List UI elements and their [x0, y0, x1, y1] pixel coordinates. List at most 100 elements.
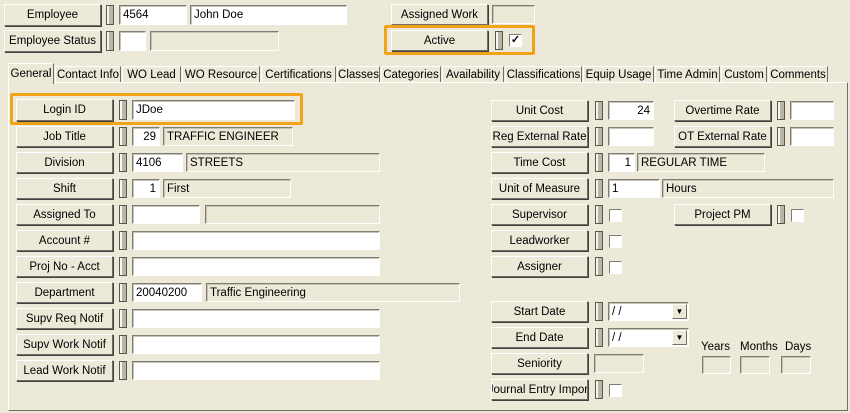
tab-classifications[interactable]: Classifications [505, 66, 582, 83]
supervisor-checkbox[interactable] [609, 209, 622, 222]
start-date-lookup-handle[interactable] [595, 302, 603, 321]
tab-certifications[interactable]: Certifications [261, 66, 336, 83]
reg-external-rate-button[interactable]: Reg External Rate [491, 126, 588, 147]
overtime-rate-button[interactable]: Overtime Rate [674, 100, 771, 121]
employee-status-code-field[interactable] [119, 31, 146, 51]
tab-time-admin[interactable]: Time Admin [655, 66, 720, 83]
employee-status-button[interactable]: Employee Status [4, 30, 101, 52]
supv-req-notif-button[interactable]: Supv Req Notif [16, 308, 113, 329]
shift-code-field[interactable]: 1 [132, 179, 160, 198]
employee-status-lookup-handle[interactable] [106, 31, 114, 51]
unit-cost-lookup-handle[interactable] [595, 101, 603, 120]
journal-entry-import-button[interactable]: Journal Entry Import [491, 379, 588, 400]
tab-custom[interactable]: Custom [721, 66, 767, 83]
overtime-rate-lookup-handle[interactable] [777, 101, 785, 120]
leadworker-checkbox[interactable] [609, 235, 622, 248]
tab-equip-usage[interactable]: Equip Usage [583, 66, 654, 83]
assigned-to-lookup-handle[interactable] [119, 205, 127, 224]
lead-work-notif-button[interactable]: Lead Work Notif [16, 360, 113, 381]
project-pm-button[interactable]: Project PM [674, 204, 771, 225]
assigner-checkbox[interactable] [609, 261, 622, 274]
employee-name-field[interactable]: John Doe [190, 5, 347, 25]
ot-external-rate-field[interactable] [790, 127, 834, 146]
lead-work-notif-field[interactable] [132, 361, 380, 380]
start-date-dropdown-icon[interactable]: ▼ [672, 304, 687, 319]
end-date-field[interactable]: / / ▼ [608, 328, 689, 347]
shift-lookup-handle[interactable] [119, 179, 127, 198]
tab-wo-lead[interactable]: WO Lead [122, 66, 181, 83]
journal-entry-import-lookup-handle[interactable] [595, 380, 603, 399]
assigner-lookup-handle[interactable] [595, 257, 603, 276]
unit-of-measure-button[interactable]: Unit of Measure [491, 178, 588, 199]
reg-external-rate-lookup-handle[interactable] [595, 127, 603, 146]
unit-cost-field[interactable]: 24 [608, 101, 654, 120]
unit-of-measure-lookup-handle[interactable] [595, 179, 603, 198]
overtime-rate-field[interactable] [790, 101, 834, 120]
department-code-field[interactable]: 20040200 [132, 283, 202, 302]
leadworker-lookup-handle[interactable] [595, 231, 603, 250]
account-field[interactable] [132, 231, 380, 250]
proj-no-acct-button[interactable]: Proj No - Acct [16, 256, 113, 277]
lead-work-notif-lookup-handle[interactable] [119, 361, 127, 380]
division-lookup-handle[interactable] [119, 153, 127, 172]
ot-external-rate-lookup-handle[interactable] [777, 127, 785, 146]
division-button[interactable]: Division [16, 152, 113, 173]
start-date-field[interactable]: / / ▼ [608, 302, 689, 321]
department-lookup-handle[interactable] [119, 283, 127, 302]
journal-entry-import-checkbox[interactable] [609, 384, 622, 397]
assigned-to-button[interactable]: Assigned To [16, 204, 113, 225]
login-id-lookup-handle[interactable] [119, 100, 127, 120]
active-checkbox[interactable]: ✓ [509, 34, 522, 47]
reg-external-rate-field[interactable] [608, 127, 654, 146]
tab-wo-resource[interactable]: WO Resource [182, 66, 260, 83]
unit-of-measure-code-field[interactable]: 1 [608, 179, 660, 198]
division-code-field[interactable]: 4106 [132, 153, 183, 172]
account-button[interactable]: Account # [16, 230, 113, 251]
active-lookup-handle[interactable] [495, 31, 503, 50]
time-cost-button[interactable]: Time Cost [491, 152, 588, 173]
ot-external-rate-button[interactable]: OT External Rate [674, 126, 771, 147]
employee-button[interactable]: Employee [4, 4, 101, 26]
supv-work-notif-button[interactable]: Supv Work Notif [16, 334, 113, 355]
account-lookup-handle[interactable] [119, 231, 127, 250]
end-date-button[interactable]: End Date [491, 327, 588, 348]
project-pm-checkbox[interactable] [791, 209, 804, 222]
time-cost-code-field[interactable]: 1 [608, 153, 635, 172]
supv-req-notif-lookup-handle[interactable] [119, 309, 127, 328]
active-button[interactable]: Active [391, 30, 488, 51]
job-title-button[interactable]: Job Title [16, 126, 113, 147]
seniority-button[interactable]: Seniority [491, 353, 588, 374]
supervisor-button[interactable]: Supervisor [491, 204, 588, 225]
supv-work-notif-lookup-handle[interactable] [119, 335, 127, 354]
assigned-work-button[interactable]: Assigned Work [391, 4, 488, 25]
tab-classes[interactable]: Classes [337, 66, 380, 83]
leadworker-button[interactable]: Leadworker [491, 230, 588, 251]
unit-cost-button[interactable]: Unit Cost [491, 100, 588, 121]
employee-lookup-handle[interactable] [106, 5, 114, 25]
employee-status-desc-field [150, 31, 279, 51]
tab-general[interactable]: General [8, 63, 54, 84]
department-button[interactable]: Department [16, 282, 113, 303]
proj-no-acct-lookup-handle[interactable] [119, 257, 127, 276]
shift-button[interactable]: Shift [16, 178, 113, 199]
end-date-lookup-handle[interactable] [595, 328, 603, 347]
time-cost-lookup-handle[interactable] [595, 153, 603, 172]
proj-no-acct-field[interactable] [132, 257, 380, 276]
tab-contact-info[interactable]: Contact Info [55, 66, 121, 83]
login-id-button[interactable]: Login ID [16, 99, 113, 121]
supv-req-notif-field[interactable] [132, 309, 380, 328]
end-date-dropdown-icon[interactable]: ▼ [672, 330, 687, 345]
supervisor-lookup-handle[interactable] [595, 205, 603, 224]
job-title-code-field[interactable]: 29 [132, 127, 160, 146]
tab-categories[interactable]: Categories [381, 66, 441, 83]
tab-comments[interactable]: Comments [768, 66, 828, 83]
assigner-button[interactable]: Assigner [491, 256, 588, 277]
assigned-to-code-field[interactable] [132, 205, 200, 224]
employee-id-field[interactable]: 4564 [119, 5, 187, 25]
job-title-lookup-handle[interactable] [119, 127, 127, 146]
login-id-field[interactable]: JDoe [132, 100, 295, 120]
project-pm-lookup-handle[interactable] [777, 205, 785, 224]
tab-availability[interactable]: Availability [442, 66, 504, 83]
start-date-button[interactable]: Start Date [491, 301, 588, 322]
supv-work-notif-field[interactable] [132, 335, 380, 354]
